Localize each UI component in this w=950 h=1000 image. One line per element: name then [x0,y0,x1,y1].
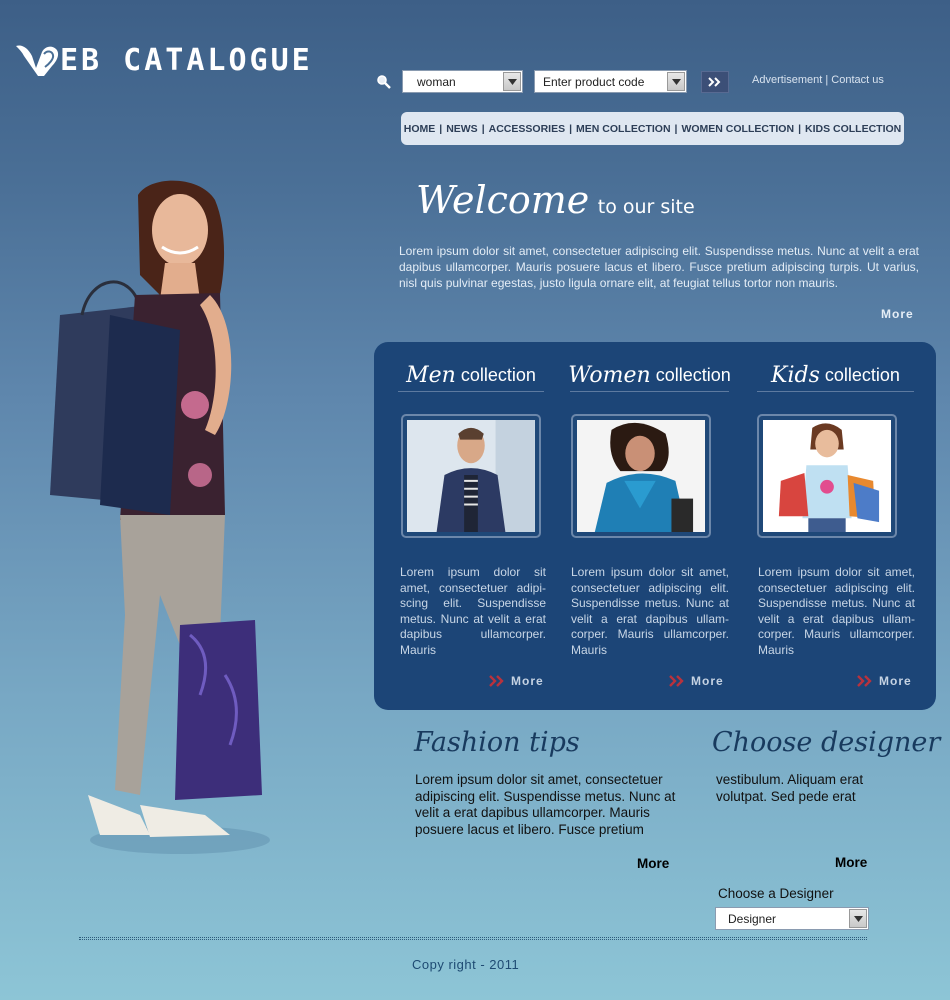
chevron-down-icon [503,72,521,91]
kids-more-link[interactable]: More [857,674,912,688]
women-more-label: More [691,674,724,688]
footer-divider [79,937,867,940]
advertisement-link[interactable]: Advertisement [752,74,822,86]
nav-separator: | [569,122,573,135]
men-collection-heading: Men collection [398,359,544,392]
main-nav: HOME | NEWS | ACCESSORIES | MEN COLLECTI… [401,112,904,145]
chevron-down-icon [667,72,685,91]
nav-home[interactable]: HOME [404,123,436,135]
choose-designer-label: Choose a Designer [718,886,834,901]
gender-select-value: woman [417,74,456,89]
women-photo [577,420,705,532]
top-links: Advertisement | Contact us [752,74,884,86]
nav-women-collection[interactable]: WOMEN COLLECTION [681,123,794,135]
fashion-tips-title: Fashion tips [414,727,580,758]
choose-designer-text: vestibulum. Aliquam erat volutpat. Sed p… [716,772,864,804]
magnifier-icon [377,74,391,89]
nav-news[interactable]: NEWS [446,123,478,135]
women-collection-heading: Women collection [568,359,731,392]
welcome-word: Welcome [416,178,590,222]
kids-collection-thumb[interactable] [757,414,897,538]
welcome-more-link[interactable]: More [881,307,914,321]
men-collection-label: collection [460,364,536,385]
double-arrow-icon [489,675,504,687]
designer-select[interactable]: Designer [715,907,869,930]
women-script: Women [568,362,651,388]
logo-heart-icon [16,45,59,76]
women-more-link[interactable]: More [669,674,724,688]
fashion-tips-more-link[interactable]: More [637,856,669,871]
kids-collection-label: collection [824,364,900,385]
nav-separator: | [439,122,443,135]
double-arrow-icon [708,76,721,87]
men-photo [407,420,535,532]
choose-designer-title: Choose designer [712,727,941,758]
kids-photo [763,420,891,532]
product-code-select[interactable]: Enter product code [534,70,687,93]
welcome-subtitle: to our site [597,196,695,218]
search-bar: woman Enter product code [376,70,729,93]
kids-collection-text: Lorem ipsum dolor sit amet, consectetuer… [758,565,915,657]
chevron-down-icon [849,909,867,928]
men-more-link[interactable]: More [489,674,544,688]
women-collection-text: Lorem ipsum dolor sit amet, consectetuer… [571,565,729,657]
gender-select[interactable]: woman [402,70,523,93]
double-arrow-icon [857,675,872,687]
women-collection-label: collection [655,364,731,385]
product-code-value: Enter product code [543,74,645,89]
men-collection-thumb[interactable] [401,414,541,538]
welcome-heading: Welcome to our site [416,178,695,222]
welcome-text: Lorem ipsum dolor sit amet, consectetuer… [399,244,919,290]
model-woman-with-bags-image [50,180,270,854]
nav-men-collection[interactable]: MEN COLLECTION [576,123,671,135]
contact-link[interactable]: Contact us [831,74,884,86]
kids-script: Kids [771,362,820,388]
kids-collection-heading: Kids collection [757,359,914,392]
link-separator: | [825,74,829,86]
nav-separator: | [481,122,485,135]
nav-accessories[interactable]: ACCESSORIES [489,123,565,135]
nav-kids-collection[interactable]: KIDS COLLECTION [805,123,901,135]
kids-more-label: More [879,674,912,688]
designer-more-link[interactable]: More [835,855,867,870]
men-more-label: More [511,674,544,688]
nav-separator: | [674,122,678,135]
site-logo[interactable]: EB CATALOGUE [14,42,313,78]
nav-separator: | [798,122,802,135]
logo-text: EB CATALOGUE [60,42,313,78]
fashion-tips-text: Lorem ipsum dolor sit amet, consectetuer… [415,772,676,837]
search-go-button[interactable] [701,70,729,93]
men-collection-text: Lorem ipsum dolor sit amet, consectetuer… [400,565,546,657]
designer-select-value: Designer [728,911,777,926]
copyright-text: Copy right - 2011 [412,957,520,972]
men-script: Men [406,362,456,388]
women-collection-thumb[interactable] [571,414,711,538]
double-arrow-icon [669,675,684,687]
